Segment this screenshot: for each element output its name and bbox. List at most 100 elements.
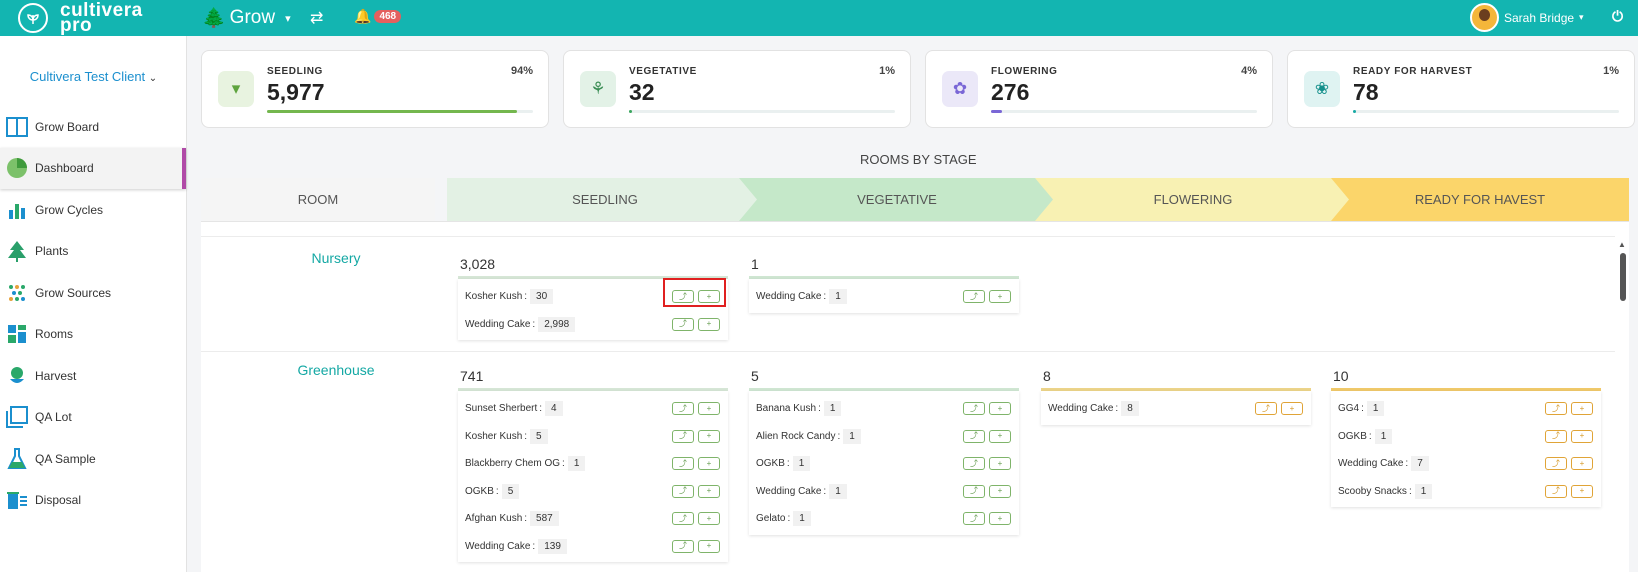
strain-count: 1: [793, 511, 811, 527]
user-menu[interactable]: Sarah Bridge ▾: [1470, 3, 1584, 32]
add-button[interactable]: +: [1281, 402, 1303, 415]
move-button[interactable]: ⤴: [963, 512, 985, 525]
sidebar-item-grow-board[interactable]: Grow Board: [0, 106, 187, 148]
move-button[interactable]: ⤴: [963, 457, 985, 470]
stat-card-flowering[interactable]: ✿ FLOWERING 276 4%: [925, 50, 1273, 128]
sidebar-item-plants[interactable]: Plants: [0, 231, 187, 273]
progress-track: [629, 110, 895, 113]
sidebar-item-qa-lot[interactable]: QA Lot: [0, 397, 187, 439]
strain-actions: ⤴ +: [1545, 484, 1593, 498]
sidebar-item-label: Grow Cycles: [35, 202, 104, 217]
sidebar-item-disposal[interactable]: Disposal: [0, 480, 187, 522]
add-button[interactable]: +: [989, 457, 1011, 470]
stage-icon: ❀: [1304, 71, 1340, 107]
add-button[interactable]: +: [698, 429, 720, 443]
strain-actions: ⤴ +: [963, 484, 1011, 498]
sidebar-item-rooms[interactable]: Rooms: [0, 314, 187, 356]
add-button[interactable]: +: [1571, 429, 1593, 443]
board-icon: [5, 115, 29, 139]
add-button[interactable]: +: [989, 512, 1011, 525]
stage-header-ready: READY FOR HAVEST: [1331, 178, 1629, 221]
stage-header-seedling: SEEDLING: [447, 178, 763, 221]
add-button[interactable]: +: [698, 512, 720, 525]
strain-count: 1: [1374, 428, 1393, 444]
move-button[interactable]: ⤴: [1545, 457, 1567, 470]
add-button[interactable]: +: [698, 402, 720, 415]
strain-row: Sunset Sherbert:4 ⤴ +: [458, 395, 728, 423]
strain-actions: ⤴ +: [963, 457, 1011, 470]
stage-cell-flowering: 8 Wedding Cake:8 ⤴ +: [1041, 368, 1311, 425]
add-button[interactable]: +: [989, 290, 1011, 303]
move-button[interactable]: ⤴: [672, 317, 694, 331]
add-button[interactable]: +: [989, 484, 1011, 498]
power-icon[interactable]: ⏻: [1612, 8, 1623, 25]
move-button[interactable]: ⤴: [963, 484, 985, 498]
sidebar-item-dashboard[interactable]: Dashboard: [0, 147, 186, 189]
swap-icon[interactable]: ⇄: [310, 8, 323, 28]
strain-row: Wedding Cake:8 ⤴ +: [1041, 395, 1311, 423]
notifications-button[interactable]: 🔔 468: [354, 8, 402, 25]
strain-name: Kosher Kush: [465, 291, 523, 303]
scrollbar-thumb[interactable]: [1620, 253, 1626, 301]
strain-separator: :: [837, 430, 841, 442]
stage-header-flowering: FLOWERING: [1035, 178, 1351, 221]
scroll-up-icon[interactable]: ▲: [1618, 240, 1626, 249]
move-button[interactable]: ⤴: [963, 402, 985, 415]
progress-fill: [267, 110, 518, 113]
move-button[interactable]: ⤴: [1545, 402, 1567, 415]
move-button[interactable]: ⤴: [1545, 484, 1567, 498]
sidebar-item-label: Rooms: [35, 327, 74, 342]
move-button[interactable]: ⤴: [672, 539, 694, 553]
sidebar-item-label: Grow Board: [35, 119, 100, 134]
stat-card-vegetative[interactable]: ⚘ VEGETATIVE 32 1%: [563, 50, 911, 128]
grow-menu[interactable]: 🌲 Grow ▾: [202, 6, 291, 30]
add-button[interactable]: +: [1571, 484, 1593, 498]
add-button[interactable]: +: [698, 457, 720, 470]
add-button[interactable]: +: [989, 429, 1011, 443]
stat-card-seedling[interactable]: ▾ SEEDLING 5,977 94%: [201, 50, 549, 128]
move-button[interactable]: ⤴: [1545, 429, 1567, 443]
add-button[interactable]: +: [989, 402, 1011, 415]
strain-actions: ⤴ +: [1545, 429, 1593, 443]
move-button[interactable]: ⤴: [963, 429, 985, 443]
add-button[interactable]: +: [1571, 402, 1593, 415]
strain-actions: ⤴ +: [672, 539, 720, 553]
client-selector[interactable]: Cultivera Test Client ⌄: [0, 69, 187, 84]
sidebar-item-qa-sample[interactable]: QA Sample: [0, 438, 187, 480]
move-button[interactable]: ⤴: [963, 290, 985, 303]
room-name[interactable]: Greenhouse: [219, 362, 453, 378]
stat-card-ready-for-harvest[interactable]: ❀ READY FOR HARVEST 78 1%: [1287, 50, 1635, 128]
move-button[interactable]: ⤴: [672, 457, 694, 470]
move-button[interactable]: ⤴: [672, 484, 694, 498]
strain-actions: ⤴ +: [672, 402, 720, 415]
add-button[interactable]: +: [698, 317, 720, 331]
strain-row: Kosher Kush:5 ⤴ +: [458, 423, 728, 451]
tree-icon: [5, 239, 29, 263]
move-button[interactable]: ⤴: [672, 512, 694, 525]
sidebar-item-label: Disposal: [35, 493, 82, 508]
add-button[interactable]: +: [1571, 457, 1593, 470]
strain-count: 2,998: [538, 316, 576, 332]
move-button[interactable]: ⤴: [672, 402, 694, 415]
strain-row: Gelato:1 ⤴ +: [749, 505, 1019, 533]
room-name[interactable]: Nursery: [219, 250, 453, 266]
sidebar-item-grow-cycles[interactable]: Grow Cycles: [0, 189, 187, 231]
sidebar-item-harvest[interactable]: Harvest: [0, 355, 187, 397]
move-button[interactable]: ⤴: [1255, 402, 1277, 415]
add-button[interactable]: +: [698, 539, 720, 553]
sidebar-item-grow-sources[interactable]: Grow Sources: [0, 272, 187, 314]
strain-actions: ⤴ +: [672, 512, 720, 525]
stat-percent: 1%: [1603, 65, 1619, 77]
move-button[interactable]: ⤴: [672, 429, 694, 443]
notification-badge: 468: [374, 10, 402, 23]
strain-list: Wedding Cake:1 ⤴ +: [749, 279, 1019, 313]
strain-separator: :: [787, 513, 791, 525]
strain-name: Sunset Sherbert: [465, 403, 538, 415]
strain-count: 1: [1366, 401, 1385, 417]
add-button[interactable]: +: [698, 484, 720, 498]
logo[interactable]: cultivera pro: [18, 1, 143, 35]
strain-separator: :: [562, 458, 565, 470]
stage-total: 10: [1333, 368, 1349, 384]
strain-count: 1: [1414, 483, 1433, 499]
stat-label: FLOWERING: [991, 66, 1058, 77]
